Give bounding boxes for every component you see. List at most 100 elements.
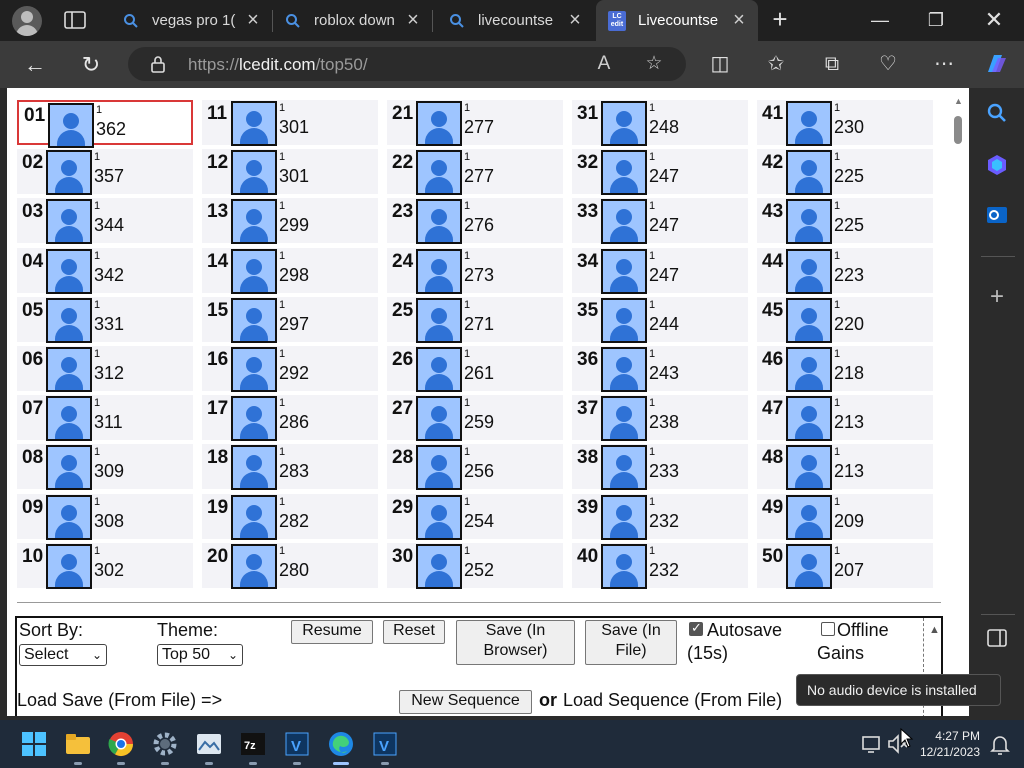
default-avatar-icon[interactable] (46, 494, 92, 540)
default-avatar-icon[interactable] (231, 347, 277, 392)
default-avatar-icon[interactable] (416, 396, 462, 442)
close-tab-icon[interactable]: × (244, 10, 262, 30)
default-avatar-icon[interactable] (231, 150, 277, 196)
default-avatar-icon[interactable] (416, 347, 462, 392)
minimize-button[interactable]: — (866, 6, 894, 34)
close-tab-icon[interactable]: × (566, 10, 584, 30)
system-clock[interactable]: 4:27 PM 12/21/2023 (916, 728, 980, 760)
default-avatar-icon[interactable] (601, 297, 647, 343)
7zip-icon[interactable]: 7z (239, 730, 267, 758)
default-avatar-icon[interactable] (601, 347, 647, 392)
save-file-button[interactable]: Save (In File) (585, 620, 677, 665)
back-arrow-icon[interactable]: ← (21, 51, 49, 79)
start-windows-icon[interactable] (20, 730, 48, 758)
split-screen-icon[interactable]: ◫ (706, 50, 734, 78)
default-avatar-icon[interactable] (46, 396, 92, 442)
lock-icon[interactable] (150, 55, 166, 73)
default-avatar-icon[interactable] (231, 445, 277, 491)
close-window-button[interactable]: ✕ (980, 6, 1008, 34)
copilot-icon[interactable] (982, 50, 1010, 78)
resume-button[interactable]: Resume (291, 620, 373, 644)
tab-1[interactable]: vegas pro 1( × (112, 0, 273, 41)
default-avatar-icon[interactable] (601, 396, 647, 442)
new-tab-button[interactable]: + (766, 6, 794, 34)
tab-actions-icon[interactable] (64, 11, 86, 29)
default-avatar-icon[interactable] (786, 199, 832, 245)
default-avatar-icon[interactable] (46, 347, 92, 392)
copilot-app-icon[interactable] (984, 154, 1010, 180)
default-avatar-icon[interactable] (416, 101, 462, 146)
save-browser-button[interactable]: Save (In Browser) (456, 620, 575, 665)
default-avatar-icon[interactable] (231, 396, 277, 442)
autosave-checkbox[interactable] (689, 620, 703, 636)
default-avatar-icon[interactable] (601, 101, 647, 146)
url-text[interactable]: https://lcedit.com/top50/ (188, 55, 368, 75)
address-bar[interactable]: https://lcedit.com/top50/ A ☆ (128, 47, 686, 81)
read-aloud-icon[interactable]: A (592, 52, 616, 76)
tab-active[interactable]: LC edit Livecountse × (596, 0, 758, 41)
default-avatar-icon[interactable] (416, 150, 462, 196)
network-icon[interactable] (858, 730, 886, 758)
default-avatar-icon[interactable] (786, 150, 832, 196)
notification-bell-icon[interactable] (986, 730, 1014, 758)
default-avatar-icon[interactable] (416, 494, 462, 540)
default-avatar-icon[interactable] (601, 248, 647, 294)
search-icon[interactable] (984, 102, 1010, 128)
default-avatar-icon[interactable] (231, 199, 277, 245)
default-avatar-icon[interactable] (48, 103, 94, 148)
default-avatar-icon[interactable] (46, 543, 92, 589)
scrollbar-thumb[interactable] (954, 116, 962, 144)
default-avatar-icon[interactable] (231, 494, 277, 540)
default-avatar-icon[interactable] (786, 396, 832, 442)
photos-app-icon[interactable] (195, 730, 223, 758)
settings-gear-icon[interactable] (151, 730, 179, 758)
default-avatar-icon[interactable] (601, 445, 647, 491)
more-menu-icon[interactable]: ⋯ (930, 50, 958, 78)
vegas-pro-icon[interactable]: V (283, 730, 311, 758)
close-tab-icon[interactable]: × (730, 10, 748, 30)
tab-3[interactable]: livecountse × (438, 0, 594, 41)
vegas-pro-icon-2[interactable]: V (371, 730, 399, 758)
default-avatar-icon[interactable] (416, 445, 462, 491)
default-avatar-icon[interactable] (46, 297, 92, 343)
chrome-icon[interactable] (107, 730, 135, 758)
load-sequence-label[interactable]: Load Sequence (From File) (563, 690, 782, 711)
scroll-up-icon[interactable]: ▲ (929, 624, 940, 636)
theme-select[interactable]: Top 50 ⌄ (157, 644, 243, 666)
default-avatar-icon[interactable] (786, 543, 832, 589)
restore-button[interactable]: ❐ (922, 6, 950, 34)
default-avatar-icon[interactable] (416, 543, 462, 589)
browser-essentials-icon[interactable]: ♡ (874, 50, 902, 78)
default-avatar-icon[interactable] (416, 297, 462, 343)
default-avatar-icon[interactable] (601, 543, 647, 589)
file-explorer-icon[interactable] (64, 730, 92, 758)
default-avatar-icon[interactable] (601, 494, 647, 540)
edge-browser-icon[interactable] (327, 730, 355, 758)
default-avatar-icon[interactable] (46, 199, 92, 245)
default-avatar-icon[interactable] (416, 248, 462, 294)
new-sequence-button[interactable]: New Sequence (399, 690, 532, 714)
scroll-up-icon[interactable]: ▲ (954, 96, 963, 106)
close-tab-icon[interactable]: × (404, 10, 422, 30)
default-avatar-icon[interactable] (231, 543, 277, 589)
hide-sidebar-icon[interactable] (984, 628, 1010, 654)
tab-2[interactable]: roblox down × (274, 0, 433, 41)
default-avatar-icon[interactable] (786, 101, 832, 146)
default-avatar-icon[interactable] (601, 199, 647, 245)
default-avatar-icon[interactable] (46, 150, 92, 196)
default-avatar-icon[interactable] (786, 297, 832, 343)
refresh-icon[interactable]: ↻ (77, 51, 105, 79)
default-avatar-icon[interactable] (786, 445, 832, 491)
add-app-icon[interactable]: + (984, 284, 1010, 310)
default-avatar-icon[interactable] (231, 297, 277, 343)
default-avatar-icon[interactable] (786, 347, 832, 392)
default-avatar-icon[interactable] (231, 248, 277, 294)
load-save-label[interactable]: Load Save (From File) => (17, 690, 222, 711)
offline-gains-checkbox[interactable] (821, 622, 835, 636)
default-avatar-icon[interactable] (231, 101, 277, 146)
favorite-star-icon[interactable]: ☆ (642, 52, 666, 76)
profile-avatar[interactable] (12, 6, 42, 36)
outlook-icon[interactable] (984, 204, 1010, 230)
sort-select[interactable]: Select ⌄ (19, 644, 107, 666)
default-avatar-icon[interactable] (786, 494, 832, 540)
